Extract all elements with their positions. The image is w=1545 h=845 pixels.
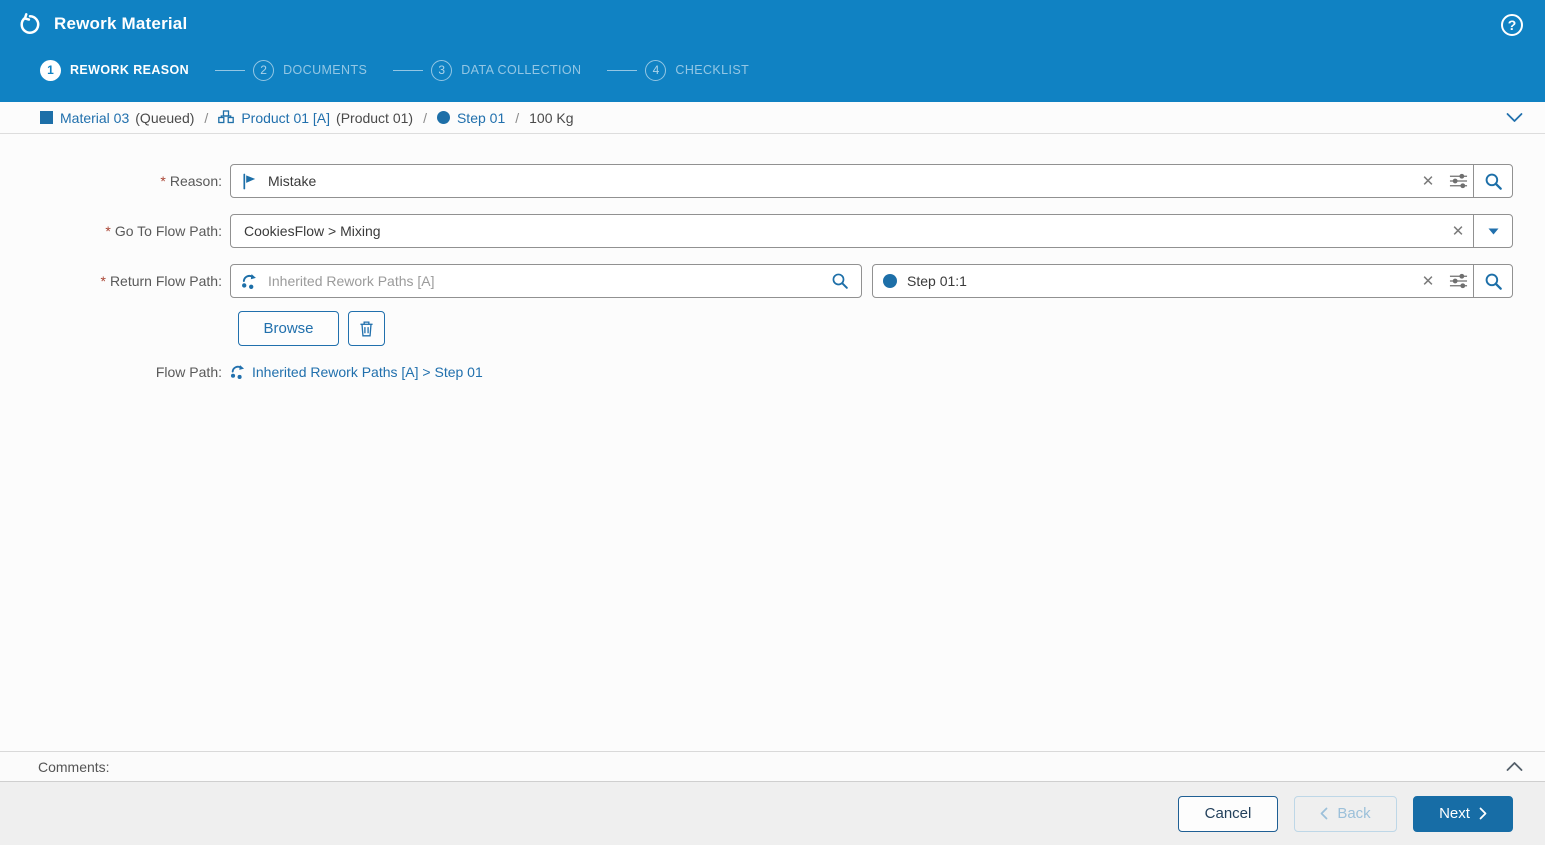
reason-value: Mistake [268,173,317,189]
return-flow-path-step-input[interactable]: Step 01:1 ✕ [872,264,1513,298]
flag-icon [241,173,258,190]
help-icon[interactable]: ? [1501,14,1523,36]
delete-button[interactable] [348,311,385,346]
return-flow-path-label: * Return Flow Path: [100,273,222,289]
breadcrumb-separator: / [423,109,427,126]
goto-flow-path-dropdown-button[interactable] [1473,215,1512,247]
breadcrumb-separator: / [515,109,520,126]
flow-path-icon [241,273,258,290]
wizard-header: Rework Material ? 1 REWORK REASON 2 DOCU… [0,0,1545,102]
undo-back-icon[interactable] [18,12,42,36]
breadcrumb-product[interactable]: Product 01 [A] [218,110,330,126]
step-checklist[interactable]: 4 CHECKLIST [645,59,750,81]
product-status: (Product 01) [336,109,414,126]
breadcrumb-material[interactable]: Material 03 [40,110,129,126]
step-number: 1 [40,59,61,81]
step-dot-icon [436,111,450,124]
flow-path-summary[interactable]: Inherited Rework Paths [A] > Step 01 [230,364,483,380]
quantity-value: 100 Kg [529,109,574,126]
wizard-footer: Cancel Back Next [0,782,1545,845]
page-title: Rework Material [54,14,188,33]
step-number: 3 [431,59,453,81]
required-mark: * [105,223,111,239]
chevron-right-icon [1479,807,1487,820]
goto-flow-path-select[interactable]: CookiesFlow > Mixing ✕ [230,214,1513,248]
breadcrumb-expand-chevron-down-icon[interactable] [1506,112,1523,123]
reason-clear-icon[interactable]: ✕ [1413,165,1443,197]
goto-flow-path-value: CookiesFlow > Mixing [244,223,381,239]
reason-input[interactable]: Mistake ✕ [230,164,1513,198]
reason-filter-icon[interactable] [1443,165,1473,197]
goto-flow-path-label: * Go To Flow Path: [105,223,222,239]
return-flow-path-row: * Return Flow Path: Inherited Rework Path… [0,264,1545,298]
material-status: (Queued) [135,109,195,126]
flow-path-summary-row: Flow Path: Inherited Rework Paths [A] > … [0,364,1545,380]
step-label: REWORK REASON [70,63,190,77]
step-connector [607,69,638,71]
return-flow-path-flow-input[interactable]: Inherited Rework Paths [A] [230,264,862,298]
reason-search-button[interactable] [1473,165,1512,197]
goto-flow-path-clear-icon[interactable]: ✕ [1443,215,1473,247]
required-mark: * [160,173,166,189]
breadcrumb-step[interactable]: Step 01 [436,110,505,126]
step-rework-reason[interactable]: 1 REWORK REASON [40,59,190,81]
return-flow-path-step-search-button[interactable] [1473,265,1512,297]
goto-flow-path-row: * Go To Flow Path: CookiesFlow > Mixing ✕ [0,214,1545,248]
step-label: DATA COLLECTION [461,63,582,77]
comments-label: Comments: [38,758,110,775]
trash-icon [359,320,374,337]
wizard-steps: 1 REWORK REASON 2 DOCUMENTS 3 DATA COLLE… [0,48,1545,92]
step-connector [215,69,246,71]
step-number: 2 [253,59,275,81]
step-label: CHECKLIST [675,63,750,77]
breadcrumb: Material 03 (Queued) / Product 01 [A] (P… [0,102,1545,134]
step-label: DOCUMENTS [283,63,368,77]
return-flow-path-step-filter-icon[interactable] [1443,265,1473,297]
flow-path-icon [230,364,246,380]
step-documents[interactable]: 2 DOCUMENTS [253,59,368,81]
chevron-left-icon [1320,807,1328,820]
step-dot-icon [883,274,897,288]
material-link[interactable]: Material 03 [60,110,129,126]
product-sitemap-icon [218,110,235,125]
next-button[interactable]: Next [1413,795,1513,832]
browse-button[interactable]: Browse [238,311,339,346]
required-mark: * [100,273,106,289]
reason-row: * Reason: Mistake ✕ [0,164,1545,198]
product-link[interactable]: Product 01 [A] [241,110,330,126]
return-flow-path-flow-search-icon[interactable] [831,272,849,290]
step-data-collection[interactable]: 3 DATA COLLECTION [431,59,582,81]
comments-bar: Comments: [0,751,1545,782]
cancel-button[interactable]: Cancel [1178,795,1278,832]
back-button[interactable]: Back [1294,795,1397,832]
reason-label: * Reason: [160,173,222,189]
return-flow-path-step-value: Step 01:1 [907,273,967,289]
comments-collapse-chevron-up-icon[interactable] [1506,761,1523,772]
form-area: * Reason: Mistake ✕ * Go To Flow Path: C… [0,134,1545,751]
flow-path-summary-value: Inherited Rework Paths [A] > Step 01 [252,364,483,380]
step-link[interactable]: Step 01 [457,110,505,126]
return-flow-path-flow-value: Inherited Rework Paths [A] [268,273,435,289]
material-icon [40,111,53,124]
browse-row: Browse [0,311,1545,346]
step-connector [393,69,424,71]
return-flow-path-step-clear-icon[interactable]: ✕ [1413,265,1443,297]
step-number: 4 [645,59,667,81]
flow-path-summary-label: Flow Path: [155,364,222,380]
breadcrumb-separator: / [204,109,209,126]
